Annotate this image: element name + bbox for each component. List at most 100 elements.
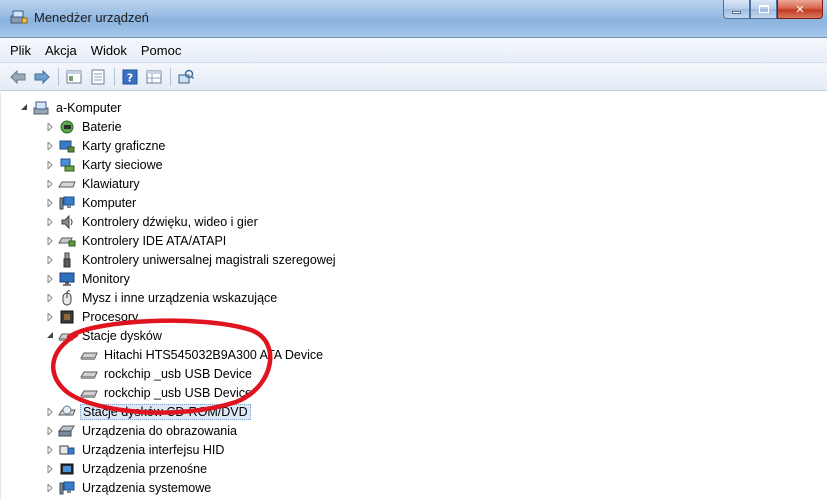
tree-item-label: Urządzenia interfejsu HID: [82, 442, 225, 457]
tree-item-system-devices[interactable]: Urządzenia systemowe: [45, 478, 213, 497]
tree-root-label: a-Komputer: [56, 100, 122, 115]
title-bar[interactable]: Menedżer urządzeń ✕: [0, 0, 827, 38]
tree-item-monitors[interactable]: Monitory: [45, 269, 132, 288]
close-icon: ✕: [795, 2, 805, 16]
window-title: Menedżer urządzeń: [34, 10, 149, 25]
tree-item-imaging-devices[interactable]: Urządzenia do obrazowania: [45, 421, 239, 440]
disk-drive-label: Hitachi HTS545032B9A300 ATA Device: [104, 347, 324, 362]
disk-drive-item[interactable]: Hitachi HTS545032B9A300 ATA Device: [80, 345, 325, 364]
properties-view-button[interactable]: [64, 67, 84, 87]
expand-arrow-icon[interactable]: [45, 217, 55, 227]
device-manager-icon: [10, 9, 28, 25]
tree-item-label: Karty sieciowe: [82, 157, 163, 172]
svg-text:?: ?: [127, 71, 133, 84]
usb-icon: [58, 252, 76, 268]
tree-item-label: Monitory: [82, 271, 130, 286]
collapse-arrow-icon[interactable]: [19, 103, 29, 113]
tree-item-label: Procesory: [82, 309, 139, 324]
battery-icon: [58, 119, 76, 135]
tree-item-label: Mysz i inne urządzenia wskazujące: [82, 290, 278, 305]
device-tree-pane[interactable]: a-Komputer Baterie Karty graficzne Karty…: [0, 92, 827, 499]
tree-item-usb-controllers[interactable]: Kontrolery uniwersalnej magistrali szere…: [45, 250, 338, 269]
disk-drive-item[interactable]: rockchip _usb USB Device: [80, 383, 254, 402]
menu-file[interactable]: Plik: [10, 43, 31, 58]
expand-arrow-icon[interactable]: [45, 312, 55, 322]
menu-view[interactable]: Widok: [91, 43, 127, 58]
portable-device-icon: [58, 461, 76, 477]
menu-action[interactable]: Akcja: [45, 43, 77, 58]
back-arrow-icon: [10, 69, 26, 84]
system-device-icon: [58, 480, 76, 496]
tree-item-label: Urządzenia systemowe: [82, 480, 212, 495]
disk-drive-label: rockchip _usb USB Device: [104, 366, 252, 381]
collapse-arrow-icon[interactable]: [45, 331, 55, 341]
tree-item-label: Kontrolery uniwersalnej magistrali szere…: [82, 252, 336, 267]
scan-hardware-button[interactable]: [176, 67, 196, 87]
disk-drive-item[interactable]: rockchip _usb USB Device: [80, 364, 254, 383]
forward-button[interactable]: [32, 67, 52, 87]
computer-icon: [58, 195, 76, 211]
tree-item-processors[interactable]: Procesory: [45, 307, 140, 326]
hid-device-icon: [58, 442, 76, 458]
properties-view-icon: [66, 70, 82, 83]
expand-arrow-icon[interactable]: [45, 464, 55, 474]
network-adapter-icon: [58, 157, 76, 173]
expand-arrow-icon[interactable]: [45, 255, 55, 265]
scanner-icon: [58, 423, 76, 439]
tree-item-batteries[interactable]: Baterie: [45, 117, 124, 136]
expand-arrow-icon[interactable]: [45, 179, 55, 189]
expand-arrow-icon[interactable]: [45, 274, 55, 284]
expand-arrow-icon[interactable]: [45, 122, 55, 132]
expand-arrow-icon[interactable]: [45, 236, 55, 246]
computer-icon: [32, 100, 50, 116]
tree-item-label: Stacje dysków: [82, 328, 162, 343]
speaker-icon: [58, 214, 76, 230]
tree-item-network-adapters[interactable]: Karty sieciowe: [45, 155, 165, 174]
window-controls: ✕: [723, 0, 823, 20]
help-button[interactable]: ?: [120, 67, 140, 87]
close-button[interactable]: ✕: [777, 0, 823, 19]
tree-item-portable-devices[interactable]: Urządzenia przenośne: [45, 459, 209, 478]
maximize-button[interactable]: [750, 0, 777, 19]
tree-item-disk-drives[interactable]: Stacje dysków: [45, 326, 164, 345]
expand-arrow-icon[interactable]: [45, 198, 55, 208]
expand-arrow-icon[interactable]: [45, 160, 55, 170]
tree-item-keyboards[interactable]: Klawiatury: [45, 174, 142, 193]
tree-item-label: Kontrolery dźwięku, wideo i gier: [82, 214, 258, 229]
back-button[interactable]: [8, 67, 28, 87]
view-grid-button[interactable]: [144, 67, 164, 87]
maximize-icon: [758, 5, 769, 13]
tree-item-mice[interactable]: Mysz i inne urządzenia wskazujące: [45, 288, 279, 307]
tree-item-computer[interactable]: Komputer: [45, 193, 138, 212]
ide-controller-icon: [58, 233, 76, 249]
forward-arrow-icon: [34, 69, 50, 84]
mouse-icon: [58, 289, 76, 306]
expand-arrow-icon[interactable]: [45, 426, 55, 436]
toolbar-separator: [58, 67, 59, 86]
expand-arrow-icon[interactable]: [45, 293, 55, 303]
menu-help[interactable]: Pomoc: [141, 43, 181, 58]
tree-item-label-selected: Stacje dysków CD-ROM/DVD: [80, 403, 251, 420]
tree-item-ide-controllers[interactable]: Kontrolery IDE ATA/ATAPI: [45, 231, 228, 250]
expand-arrow-icon[interactable]: [45, 141, 55, 151]
tree-item-sound-controllers[interactable]: Kontrolery dźwięku, wideo i gier: [45, 212, 260, 231]
disk-drive-icon: [58, 328, 76, 344]
scan-hardware-icon: [178, 69, 194, 83]
display-adapter-icon: [58, 138, 76, 154]
expand-arrow-icon[interactable]: [45, 483, 55, 493]
expand-arrow-icon[interactable]: [45, 445, 55, 455]
tree-root[interactable]: a-Komputer: [19, 98, 123, 117]
minimize-button[interactable]: [723, 0, 750, 19]
expand-arrow-icon[interactable]: [45, 407, 55, 417]
tree-item-label: Komputer: [82, 195, 137, 210]
hard-disk-icon: [80, 347, 98, 363]
tree-item-cd-dvd-drives[interactable]: Stacje dysków CD-ROM/DVD: [45, 402, 251, 421]
page-button[interactable]: [88, 67, 108, 87]
tree-item-label: Kontrolery IDE ATA/ATAPI: [82, 233, 227, 248]
help-icon: ?: [122, 69, 138, 84]
toolbar-separator: [114, 67, 115, 86]
tree-item-display-adapters[interactable]: Karty graficzne: [45, 136, 167, 155]
tree-item-hid-devices[interactable]: Urządzenia interfejsu HID: [45, 440, 226, 459]
toolbar-separator: [170, 67, 171, 86]
hard-disk-icon: [80, 366, 98, 382]
